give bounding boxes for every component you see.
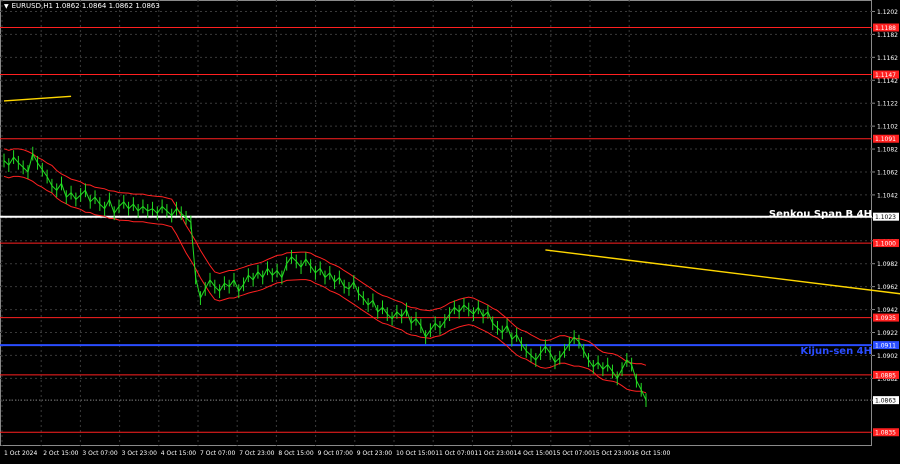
y-tick-label: 1.1202	[877, 9, 898, 16]
level-price-label: 1.0835	[875, 430, 896, 437]
level-price-label: 1.0911	[875, 343, 896, 350]
x-tick-label: 9 Oct 23:00	[357, 450, 392, 457]
y-tick-label: 1.0942	[877, 307, 898, 314]
level-price-label: 1.1147	[875, 72, 896, 79]
x-tick-label: 8 Oct 15:00	[278, 450, 313, 457]
kijun-sen-label: Kijun-sen 4H	[800, 346, 872, 357]
y-tick-label: 1.0922	[877, 330, 898, 337]
level-price-label: 1.1000	[875, 241, 896, 248]
level-price-label: 1.1188	[875, 25, 896, 32]
y-tick-label: 1.1042	[877, 192, 898, 199]
y-tick-label: 1.1162	[877, 55, 898, 62]
x-tick-label: 10 Oct 15:00	[396, 450, 435, 457]
last-price-label: 1.0863	[875, 398, 896, 405]
y-tick-label: 1.1122	[877, 101, 898, 108]
x-tick-label: 7 Oct 07:00	[200, 450, 235, 457]
symbol-header: ▼ EURUSD,H1 1.0862 1.0864 1.0862 1.0863	[4, 2, 160, 10]
x-tick-label: 11 Oct 07:00	[435, 450, 474, 457]
x-tick-label: 4 Oct 15:00	[161, 450, 196, 457]
y-tick-label: 1.0902	[877, 353, 898, 360]
x-tick-label: 15 Oct 23:00	[592, 450, 631, 457]
x-tick-label: 2 Oct 15:00	[43, 450, 78, 457]
y-tick-label: 1.1062	[877, 169, 898, 176]
x-tick-label: 16 Oct 15:00	[631, 450, 670, 457]
x-tick-label: 9 Oct 07:00	[318, 450, 353, 457]
x-tick-label: 3 Oct 23:00	[122, 450, 157, 457]
y-tick-label: 1.0962	[877, 284, 898, 291]
level-price-label: 1.1091	[875, 136, 896, 143]
dropdown-triangle-icon: ▼	[4, 3, 9, 10]
x-tick-label: 14 Oct 15:00	[514, 450, 553, 457]
symbol-header-text: EURUSD,H1 1.0862 1.0864 1.0862 1.0863	[11, 2, 160, 10]
x-tick-label: 11 Oct 23:00	[474, 450, 513, 457]
x-tick-label: 7 Oct 23:00	[239, 450, 274, 457]
level-price-label: 1.0885	[875, 372, 896, 379]
x-tick-label: 1 Oct 2024	[4, 450, 37, 457]
x-tick-label: 15 Oct 07:00	[553, 450, 592, 457]
level-price-label: 1.1023	[875, 214, 896, 221]
senkou-span-b-label: Senkou Span B 4H	[768, 209, 872, 220]
y-tick-label: 1.1102	[877, 124, 898, 131]
x-tick-label: 3 Oct 07:00	[82, 450, 117, 457]
price-chart[interactable]: 1.1202 1.1182 1.1162 1.1142 1.1122 1.1102 1.10…	[0, 0, 900, 460]
y-tick-label: 1.1082	[877, 147, 898, 154]
y-tick-label: 1.0982	[877, 261, 898, 268]
chart-canvas[interactable]: 1.12021.11821.11621.11421.11221.11021.10…	[0, 0, 900, 460]
y-tick-label: 1.1182	[877, 32, 898, 39]
level-price-label: 1.0935	[875, 315, 896, 322]
